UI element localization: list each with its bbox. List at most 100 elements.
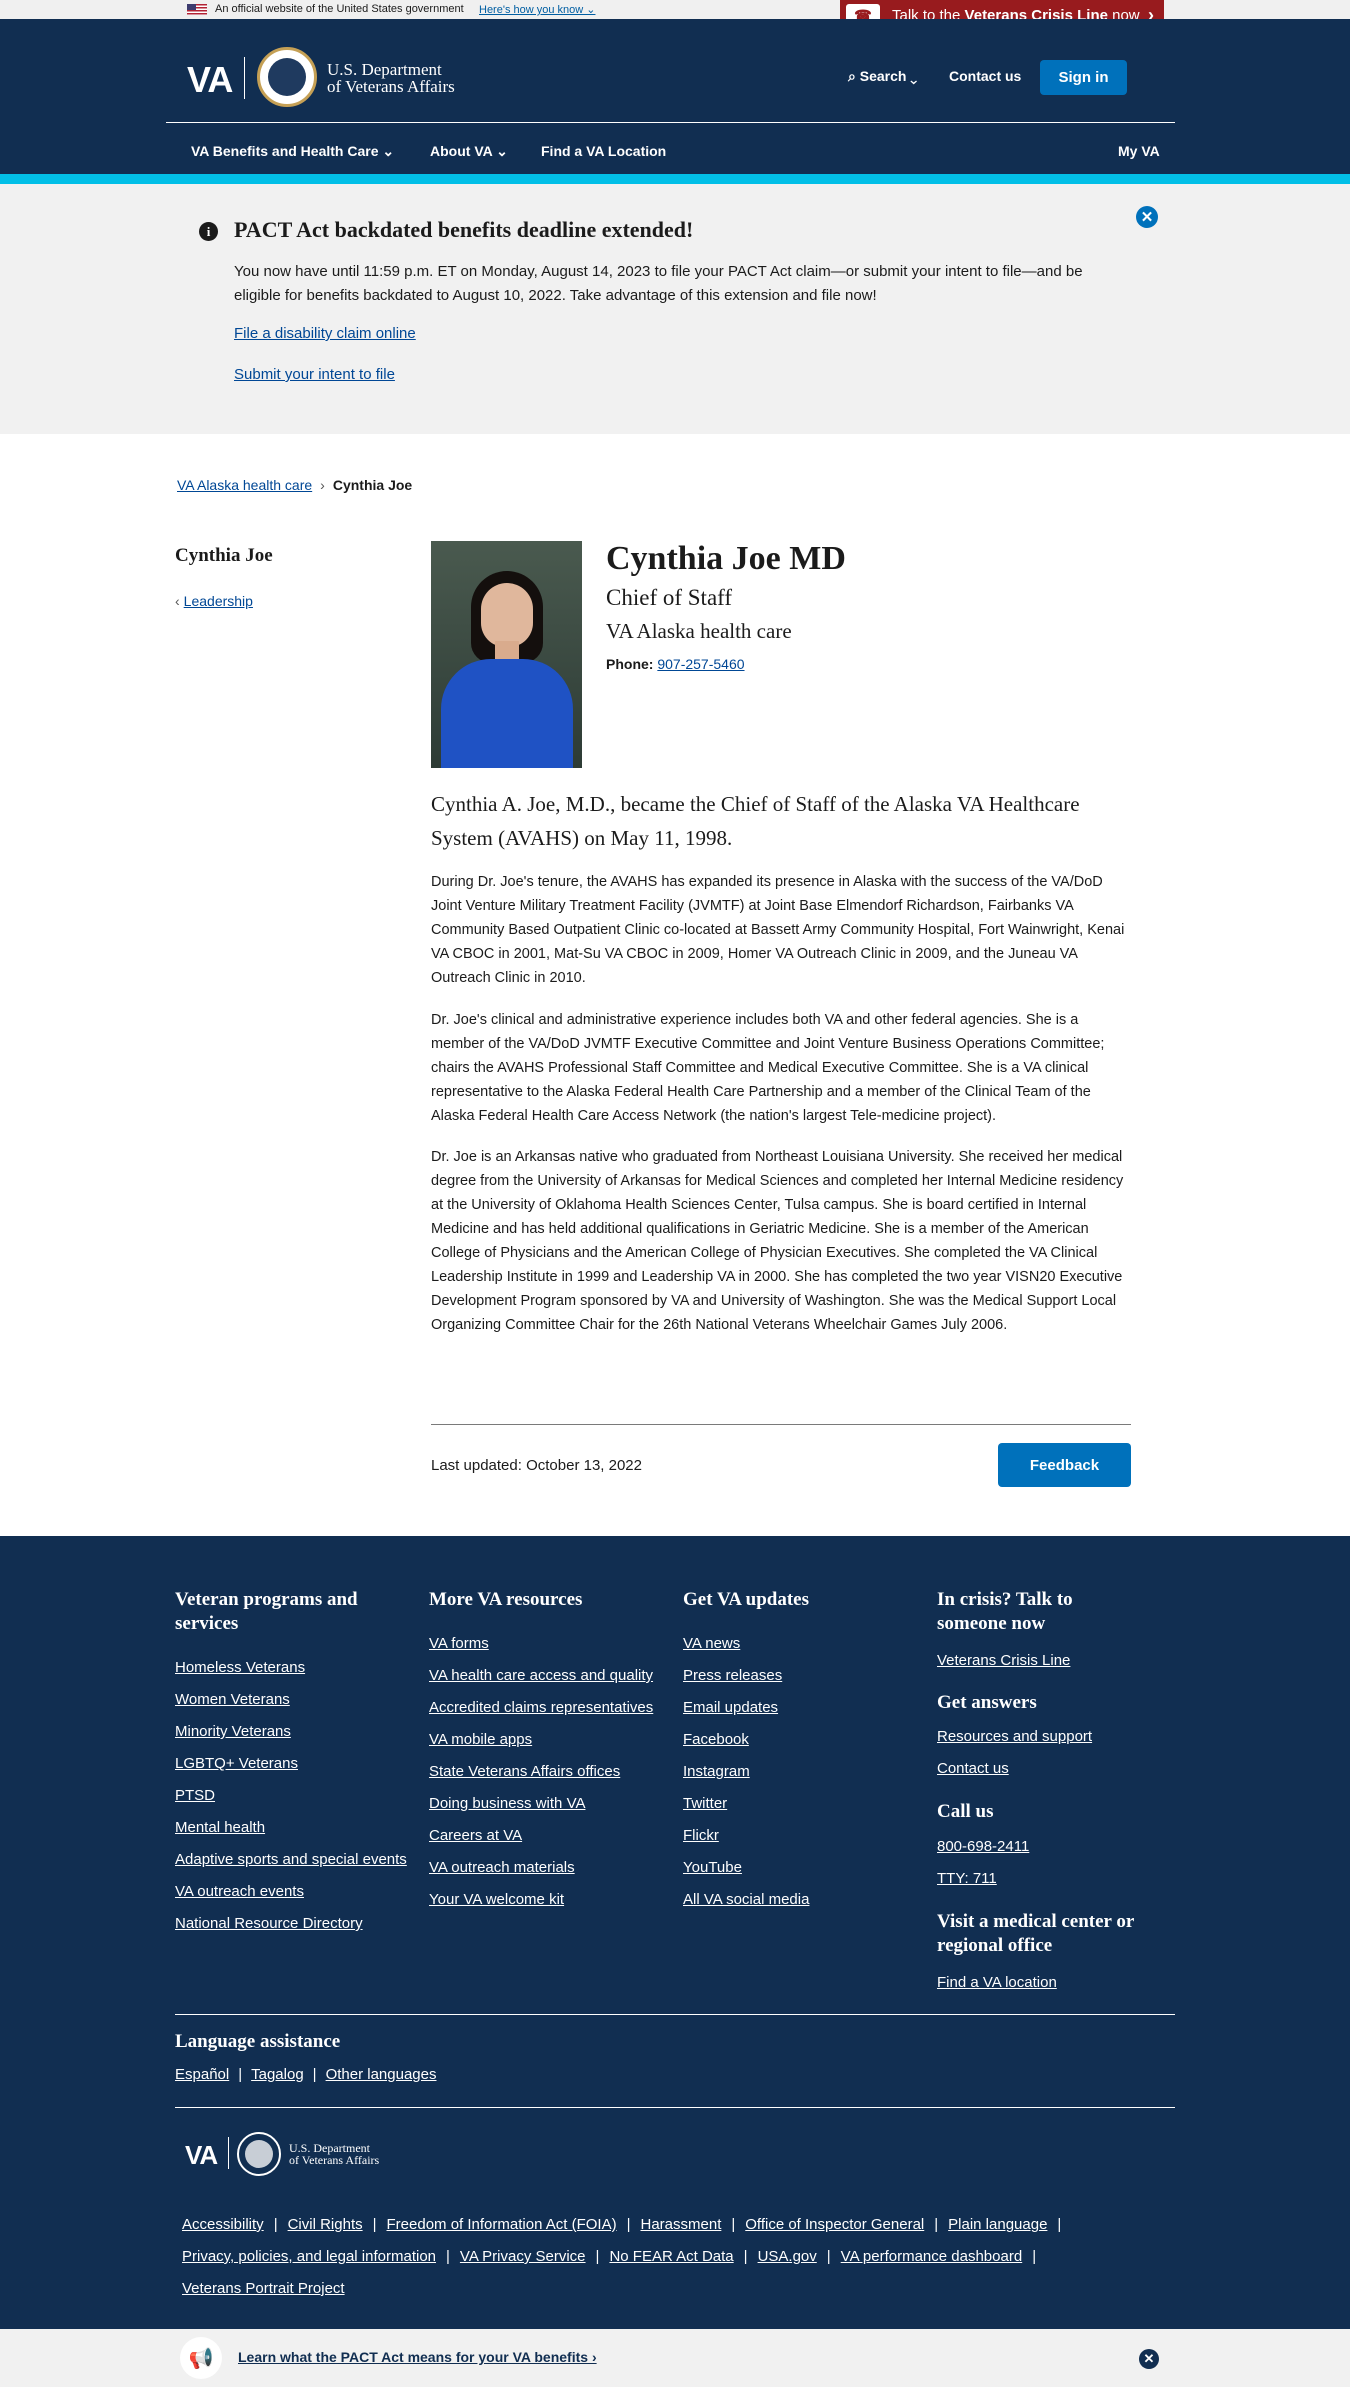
feedback-button[interactable]: Feedback <box>998 1443 1131 1487</box>
legal-links-row: Privacy, policies, and legal information… <box>182 2248 1037 2265</box>
legal-link[interactable]: VA Privacy Service <box>460 2248 586 2265</box>
alert-title: PACT Act backdated benefits deadline ext… <box>234 217 694 242</box>
legal-link[interactable]: Plain language <box>948 2216 1047 2233</box>
footer-link[interactable]: VA news <box>683 1635 809 1667</box>
close-icon[interactable]: ✕ <box>1136 206 1158 228</box>
footer-link[interactable]: Email updates <box>683 1699 809 1731</box>
footer-link[interactable]: All VA social media <box>683 1891 809 1923</box>
footer-find-location-link[interactable]: Find a VA location <box>937 1974 1057 1991</box>
footer-answers-title: Get answers <box>937 1692 1037 1713</box>
footer-tty-link[interactable]: TTY: 711 <box>937 1870 997 1887</box>
footer-va-logo[interactable]: VA <box>185 2140 218 2171</box>
footer-col2-links: VA forms VA health care access and quali… <box>429 1635 653 1923</box>
language-link-tagalog[interactable]: Tagalog <box>251 2066 304 2083</box>
nav-about-va[interactable]: About VA ⌄ <box>430 143 508 160</box>
legal-link[interactable]: Office of Inspector General <box>745 2216 924 2233</box>
footer-contact-link[interactable]: Contact us <box>937 1760 1009 1777</box>
footer-crisis-title: In crisis? Talk to someone now <box>937 1589 1073 1634</box>
legal-link[interactable]: Privacy, policies, and legal information <box>182 2248 436 2265</box>
how-you-know-link[interactable]: Here's how you know ⌄ <box>479 3 595 16</box>
us-flag-icon <box>187 4 207 15</box>
phone-label: Phone: <box>606 656 654 672</box>
footer-logo-divider <box>228 2137 229 2169</box>
leadership-link[interactable]: Leadership <box>184 593 253 609</box>
gov-banner-text: An official website of the United States… <box>215 3 464 15</box>
footer-link[interactable]: VA outreach events <box>175 1883 407 1915</box>
legal-links-row: Veterans Portrait Project <box>182 2280 345 2297</box>
footer-resources-link[interactable]: Resources and support <box>937 1728 1092 1745</box>
footer-link[interactable]: National Resource Directory <box>175 1915 407 1947</box>
footer-link[interactable]: Minority Veterans <box>175 1723 407 1755</box>
legal-link[interactable]: USA.gov <box>758 2248 817 2265</box>
footer-link[interactable]: Mental health <box>175 1819 407 1851</box>
nav-my-va[interactable]: My VA <box>1118 143 1160 159</box>
legal-link[interactable]: Accessibility <box>182 2216 264 2233</box>
footer-divider <box>175 2107 1175 2108</box>
footer-link[interactable]: Instagram <box>683 1763 809 1795</box>
pact-act-promo-banner: 📢 Learn what the PACT Act means for your… <box>0 2329 1350 2387</box>
site-header: VA U.S. Department of Veterans Affairs ⌕… <box>0 19 1350 182</box>
va-logo[interactable]: VA <box>187 59 233 101</box>
phone-link[interactable]: 907-257-5460 <box>657 656 744 672</box>
footer-link[interactable]: Accredited claims representatives <box>429 1699 653 1731</box>
breadcrumb-parent-link[interactable]: VA Alaska health care <box>177 477 312 493</box>
sidebar-title: Cynthia Joe <box>175 545 273 566</box>
footer-link[interactable]: VA forms <box>429 1635 653 1667</box>
site-footer: Veteran programs and services Homeless V… <box>0 1536 1350 2329</box>
pact-act-promo-link[interactable]: Learn what the PACT Act means for your V… <box>238 2349 597 2365</box>
footer-link[interactable]: Twitter <box>683 1795 809 1827</box>
intent-to-file-link[interactable]: Submit your intent to file <box>234 366 395 383</box>
footer-link[interactable]: Facebook <box>683 1731 809 1763</box>
footer-link[interactable]: Press releases <box>683 1667 809 1699</box>
language-link-other[interactable]: Other languages <box>326 2066 437 2083</box>
bio-paragraph: During Dr. Joe's tenure, the AVAHS has e… <box>431 874 1125 986</box>
chevron-left-icon: ‹ <box>175 593 180 609</box>
bio-lead: Cynthia A. Joe, M.D., became the Chief o… <box>431 792 1080 850</box>
contact-us-link[interactable]: Contact us <box>949 68 1021 84</box>
search-button[interactable]: ⌕ Search ⌄ <box>848 68 917 85</box>
sign-in-button[interactable]: Sign in <box>1040 60 1127 95</box>
nav-find-location[interactable]: Find a VA Location <box>541 143 666 159</box>
legal-link[interactable]: No FEAR Act Data <box>609 2248 733 2265</box>
legal-link[interactable]: Veterans Portrait Project <box>182 2280 345 2297</box>
footer-link[interactable]: Doing business with VA <box>429 1795 653 1827</box>
pact-act-alert: i PACT Act backdated benefits deadline e… <box>0 184 1350 434</box>
footer-link[interactable]: VA health care access and quality <box>429 1667 653 1699</box>
breadcrumb-separator: › <box>320 477 325 493</box>
language-assistance-title: Language assistance <box>175 2031 341 2052</box>
footer-link[interactable]: Flickr <box>683 1827 809 1859</box>
footer-link[interactable]: Careers at VA <box>429 1827 653 1859</box>
footer-department-name: U.S. Department of Veterans Affairs <box>289 2141 380 2167</box>
footer-phone-link[interactable]: 800-698-2411 <box>937 1838 1029 1855</box>
footer-crisis-line-link[interactable]: Veterans Crisis Line <box>937 1652 1070 1669</box>
footer-link[interactable]: LGBTQ+ Veterans <box>175 1755 407 1787</box>
footer-col2-title: More VA resources <box>429 1589 583 1610</box>
legal-link[interactable]: Harassment <box>641 2216 722 2233</box>
legal-link[interactable]: Civil Rights <box>288 2216 363 2233</box>
legal-links-row: Accessibility | Civil Rights | Freedom of In… <box>182 2216 1062 2233</box>
breadcrumb-current: Cynthia Joe <box>332 477 413 493</box>
footer-va-seal-icon <box>237 2132 281 2176</box>
footer-link[interactable]: PTSD <box>175 1787 407 1819</box>
close-icon[interactable]: ✕ <box>1139 2349 1159 2369</box>
footer-link[interactable]: Your VA welcome kit <box>429 1891 653 1923</box>
footer-divider <box>175 2014 1175 2015</box>
file-claim-link[interactable]: File a disability claim online <box>234 325 416 342</box>
header-divider <box>166 122 1175 123</box>
footer-link[interactable]: State Veterans Affairs offices <box>429 1763 653 1795</box>
footer-col3-title: Get VA updates <box>683 1589 809 1610</box>
legal-link[interactable]: Freedom of Information Act (FOIA) <box>387 2216 617 2233</box>
footer-link[interactable]: VA outreach materials <box>429 1859 653 1891</box>
language-link-espanol[interactable]: Español <box>175 2066 229 2083</box>
nav-benefits-health-care[interactable]: VA Benefits and Health Care ⌄ <box>191 143 394 160</box>
footer-link[interactable]: Homeless Veterans <box>175 1659 407 1691</box>
sidebar-leadership-item[interactable]: ‹ Leadership <box>175 593 253 609</box>
legal-link[interactable]: VA performance dashboard <box>841 2248 1023 2265</box>
footer-link[interactable]: Women Veterans <box>175 1691 407 1723</box>
footer-link[interactable]: VA mobile apps <box>429 1731 653 1763</box>
footer-link[interactable]: Adaptive sports and special events <box>175 1851 407 1883</box>
megaphone-icon: 📢 <box>180 2337 222 2379</box>
alert-body: You now have until 11:59 p.m. ET on Mond… <box>234 263 1083 304</box>
footer-link[interactable]: YouTube <box>683 1859 809 1891</box>
va-seal-icon <box>257 47 317 107</box>
